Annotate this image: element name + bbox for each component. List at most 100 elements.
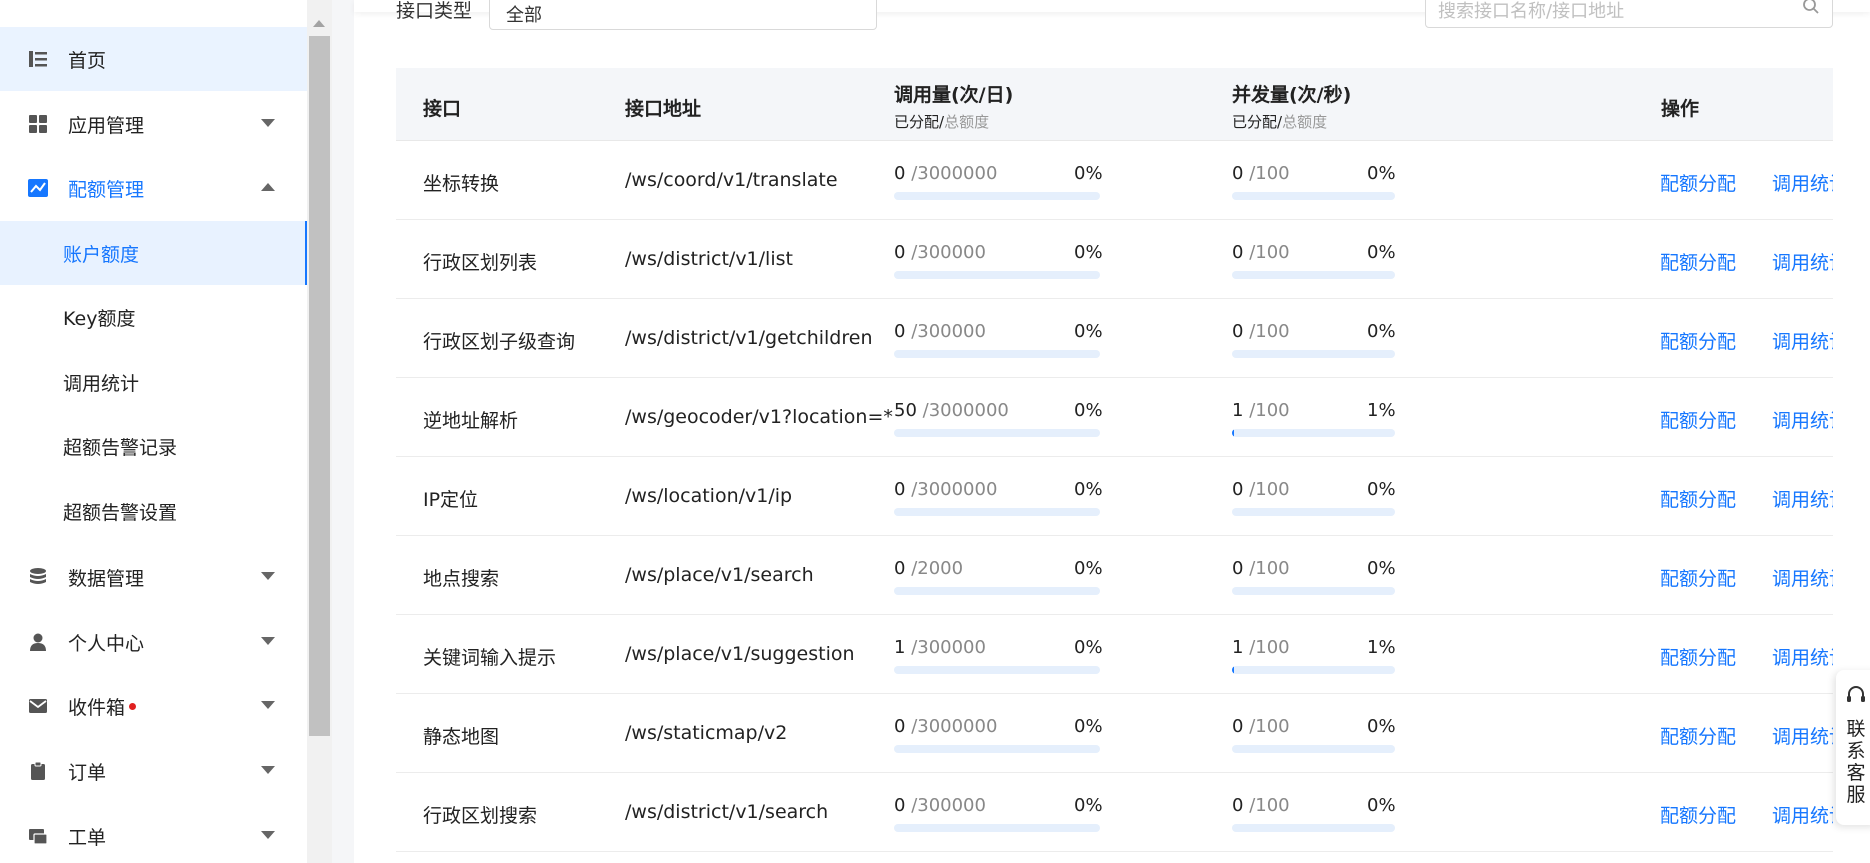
mail-icon bbox=[26, 694, 50, 718]
call-stats-link[interactable]: 调用统计 bbox=[1772, 169, 1833, 196]
header-concurrency: 并发量(次/秒) bbox=[1232, 84, 1352, 106]
calls-total: /2000 bbox=[911, 558, 964, 579]
sidebar-subitem-label: 超额告警记录 bbox=[63, 436, 178, 459]
concurrency-percent: 0% bbox=[1367, 321, 1396, 342]
call-stats-link[interactable]: 调用统计 bbox=[1772, 327, 1833, 354]
call-stats-link[interactable]: 调用统计 bbox=[1772, 406, 1833, 433]
header-concurrency-sub: 已分配/总额度 bbox=[1232, 111, 1327, 132]
sidebar-item-apps[interactable]: 应用管理 bbox=[0, 92, 307, 156]
table-header: 接口 接口地址 调用量(次/日) 已分配/总额度 并发量(次/秒) 已分配/总额… bbox=[396, 68, 1833, 141]
call-stats-link[interactable]: 调用统计 bbox=[1772, 564, 1833, 591]
chart-icon bbox=[26, 176, 50, 200]
concurrency-total: /100 bbox=[1249, 321, 1290, 342]
concurrency-usage: 0 /100 bbox=[1232, 558, 1290, 579]
calls-progress-bar bbox=[894, 745, 1100, 753]
calls-usage: 0 /300000 bbox=[894, 795, 986, 816]
ticket-icon bbox=[26, 824, 50, 848]
sidebar-item-label: 个人中心 bbox=[68, 632, 145, 655]
concurrency-usage: 1 /100 bbox=[1232, 400, 1290, 421]
concurrency-progress-bar bbox=[1232, 429, 1395, 437]
concurrency-total: /100 bbox=[1249, 716, 1290, 737]
sidebar-item-label: 数据管理 bbox=[68, 567, 145, 590]
concurrency-total: /100 bbox=[1249, 242, 1290, 263]
quota-allocate-link[interactable]: 配额分配 bbox=[1660, 485, 1736, 512]
sidebar-subitem-account-quota[interactable]: 账户额度 bbox=[0, 221, 307, 285]
concurrency-progress-fill bbox=[1232, 429, 1234, 437]
concurrency-used: 0 bbox=[1232, 795, 1244, 816]
interface-path: /ws/place/v1/suggestion bbox=[625, 643, 855, 665]
concurrency-used: 0 bbox=[1232, 242, 1244, 263]
calls-progress-bar bbox=[894, 350, 1100, 358]
call-stats-link[interactable]: 调用统计 bbox=[1772, 248, 1833, 275]
concurrency-progress-bar bbox=[1232, 824, 1395, 832]
search-input[interactable] bbox=[1438, 1, 1778, 22]
sidebar-item-label: 收件箱 bbox=[68, 696, 126, 719]
calls-total: /3000000 bbox=[911, 716, 998, 737]
sidebar-item-inbox[interactable]: 收件箱 bbox=[0, 674, 307, 738]
quota-allocate-link[interactable]: 配额分配 bbox=[1660, 564, 1736, 591]
calls-total: /300000 bbox=[911, 242, 986, 263]
sidebar-item-tickets[interactable]: 工单 bbox=[0, 804, 307, 863]
interface-name: 行政区划搜索 bbox=[423, 805, 538, 827]
concurrency-total: /100 bbox=[1249, 795, 1290, 816]
sidebar-scrollbar-thumb[interactable] bbox=[309, 36, 330, 736]
call-stats-link[interactable]: 调用统计 bbox=[1772, 485, 1833, 512]
interface-path: /ws/district/v1/getchildren bbox=[625, 327, 873, 349]
sidebar-item-label: 订单 bbox=[68, 761, 107, 784]
concurrency-used: 0 bbox=[1232, 716, 1244, 737]
sidebar-item-profile[interactable]: 个人中心 bbox=[0, 610, 307, 674]
interface-path: /ws/district/v1/search bbox=[625, 801, 829, 823]
calls-usage: 0 /300000 bbox=[894, 242, 986, 263]
sidebar-item-data[interactable]: 数据管理 bbox=[0, 545, 307, 609]
call-stats-link[interactable]: 调用统计 bbox=[1772, 722, 1833, 749]
header-name: 接口 bbox=[423, 98, 462, 120]
contact-support-button[interactable]: 联系客服 bbox=[1836, 670, 1870, 825]
sidebar-item-home[interactable]: 首页 bbox=[0, 27, 307, 91]
quota-allocate-link[interactable]: 配额分配 bbox=[1660, 248, 1736, 275]
sidebar-item-orders[interactable]: 订单 bbox=[0, 739, 307, 803]
search-box[interactable] bbox=[1425, 0, 1833, 28]
interface-path: /ws/geocoder/v1?location=* bbox=[625, 406, 893, 428]
contact-support-label: 联系客服 bbox=[1846, 718, 1866, 806]
chevron-down-icon bbox=[261, 701, 275, 709]
quota-allocate-link[interactable]: 配额分配 bbox=[1660, 327, 1736, 354]
interface-path: /ws/coord/v1/translate bbox=[625, 169, 838, 191]
calls-usage: 1 /300000 bbox=[894, 637, 986, 658]
quota-allocate-link[interactable]: 配额分配 bbox=[1660, 406, 1736, 433]
quota-allocate-link[interactable]: 配额分配 bbox=[1660, 169, 1736, 196]
interface-name: 关键词输入提示 bbox=[423, 647, 557, 669]
calls-used: 1 bbox=[894, 637, 906, 658]
database-icon bbox=[26, 565, 50, 589]
concurrency-percent: 0% bbox=[1367, 479, 1396, 500]
chevron-down-icon bbox=[261, 572, 275, 580]
concurrency-progress-bar bbox=[1232, 192, 1395, 200]
sidebar-subitem-key-quota[interactable]: Key额度 bbox=[0, 285, 307, 349]
sidebar-subitem-alert-settings[interactable]: 超额告警设置 bbox=[0, 479, 307, 543]
scroll-up-arrow-icon[interactable] bbox=[313, 20, 325, 27]
concurrency-total: /100 bbox=[1249, 637, 1290, 658]
sidebar-subitem-label: 调用统计 bbox=[63, 372, 140, 395]
concurrency-used: 0 bbox=[1232, 163, 1244, 184]
quota-allocate-link[interactable]: 配额分配 bbox=[1660, 801, 1736, 828]
call-stats-link[interactable]: 调用统计 bbox=[1772, 801, 1833, 828]
interface-type-value: 全部 bbox=[506, 5, 542, 26]
sidebar-subitem-label: 超额告警设置 bbox=[63, 501, 178, 524]
sidebar-item-quota[interactable]: 配额管理 bbox=[0, 156, 307, 220]
calls-usage: 0 /2000 bbox=[894, 558, 963, 579]
concurrency-progress-bar bbox=[1232, 271, 1395, 279]
calls-total: /300000 bbox=[911, 795, 986, 816]
calls-used: 0 bbox=[894, 558, 906, 579]
sidebar-subitem-call-stats[interactable]: 调用统计 bbox=[0, 350, 307, 414]
concurrency-usage: 0 /100 bbox=[1232, 321, 1290, 342]
header-calls-total: 总额度 bbox=[944, 113, 990, 131]
concurrency-used: 1 bbox=[1232, 400, 1244, 421]
sidebar-subitem-alert-records[interactable]: 超额告警记录 bbox=[0, 414, 307, 478]
call-stats-link[interactable]: 调用统计 bbox=[1772, 643, 1833, 670]
quota-allocate-link[interactable]: 配额分配 bbox=[1660, 722, 1736, 749]
grid-icon bbox=[26, 112, 50, 136]
interface-name: 行政区划子级查询 bbox=[423, 331, 576, 353]
interface-type-select[interactable]: 全部 bbox=[489, 0, 877, 30]
search-icon[interactable] bbox=[1802, 0, 1820, 20]
concurrency-usage: 0 /100 bbox=[1232, 163, 1290, 184]
quota-allocate-link[interactable]: 配额分配 bbox=[1660, 643, 1736, 670]
